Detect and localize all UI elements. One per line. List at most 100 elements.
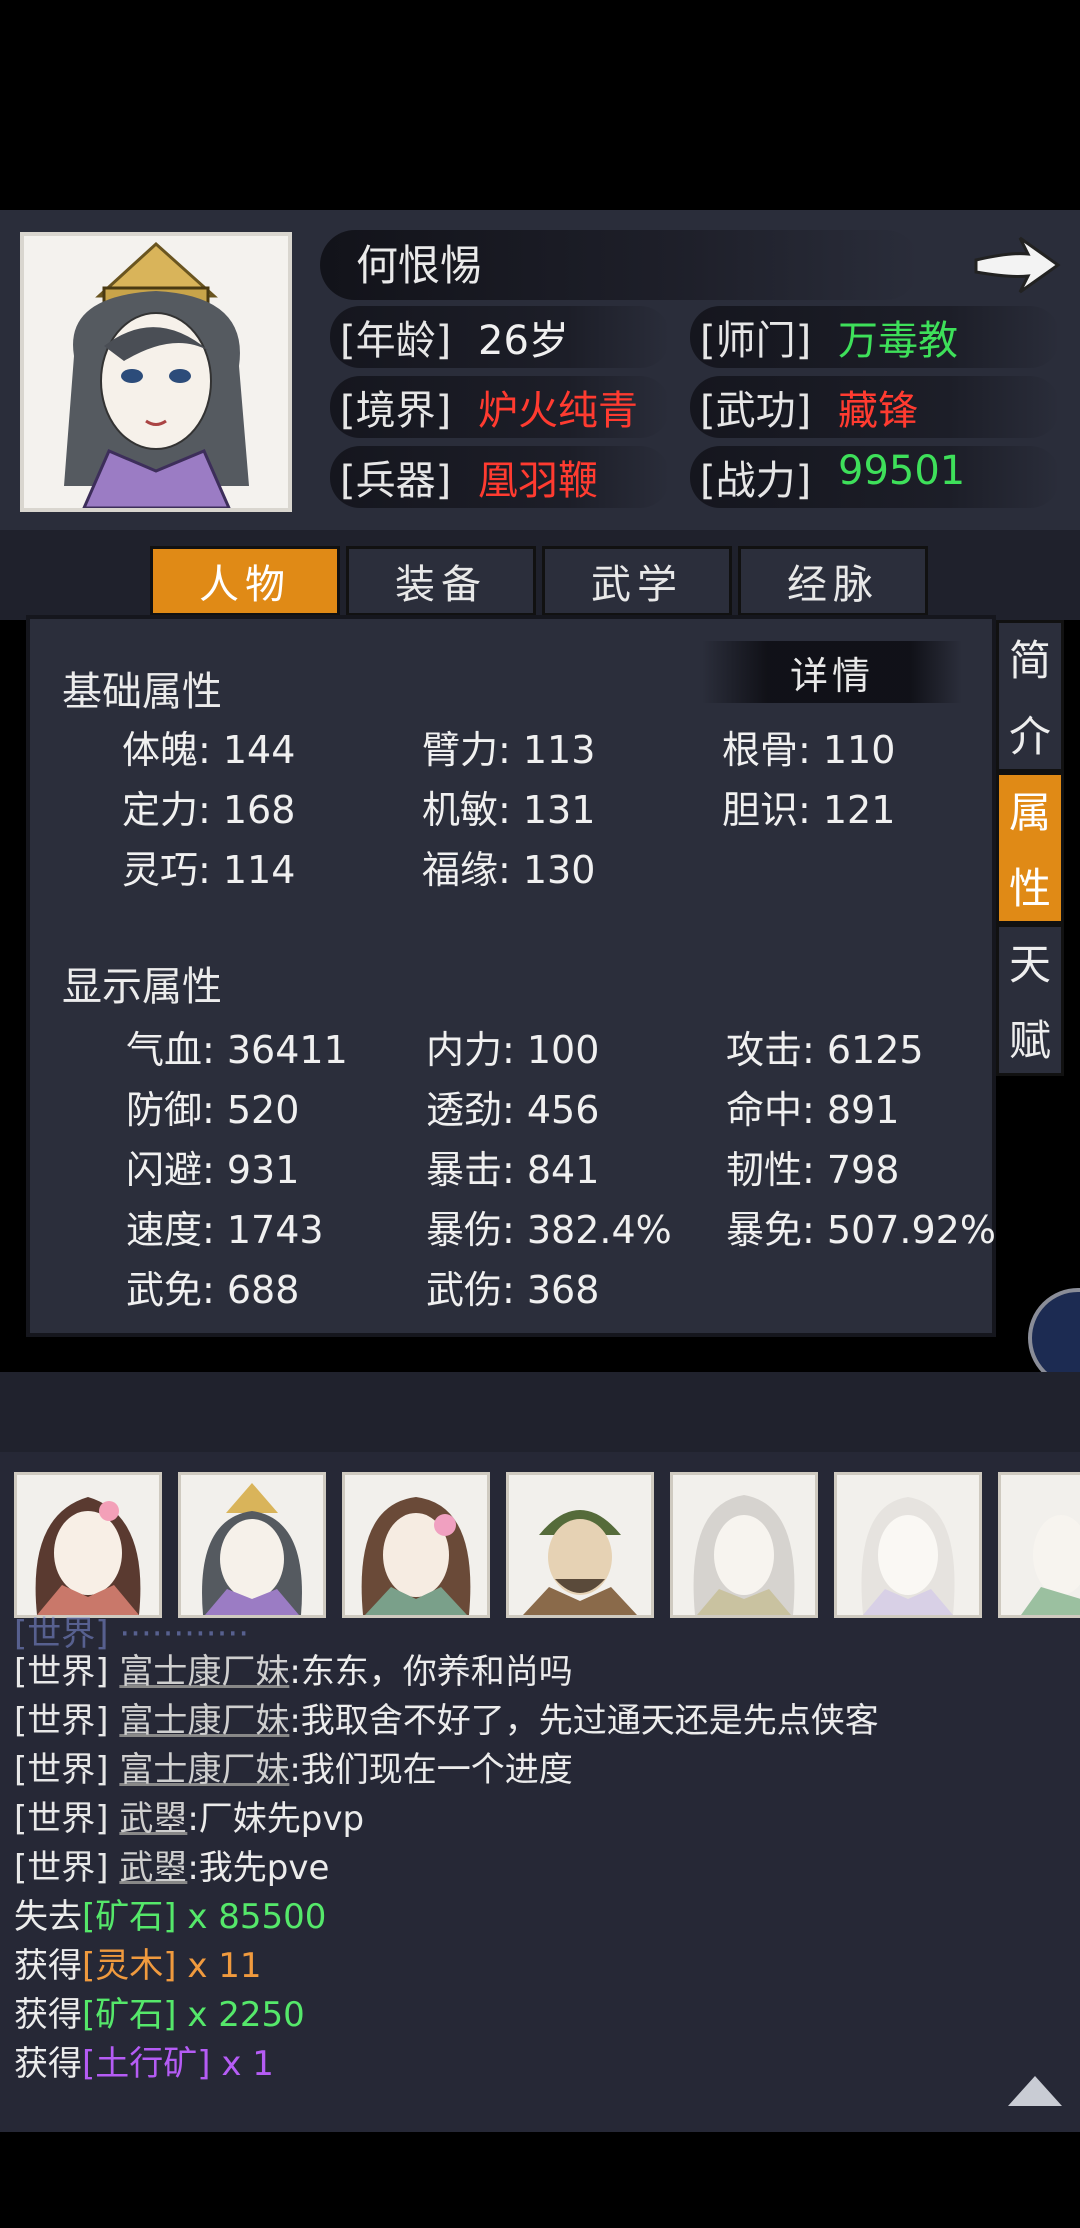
loot-message: 失去[矿石] x 85500	[14, 1889, 326, 1938]
power-label: [战力]	[700, 458, 812, 504]
avatar-illustration	[693, 1495, 795, 1615]
chat-text: :厂妹先pvp	[187, 1799, 365, 1839]
chat-text: :我取舍不好了，先过通天还是先点侠客	[289, 1701, 879, 1741]
team-avatar[interactable]	[506, 1472, 654, 1618]
avatar-illustration	[523, 1510, 637, 1615]
character-portrait[interactable]	[20, 232, 292, 512]
stat-item: 命中: 891	[726, 1088, 900, 1132]
age-value: 26岁	[478, 318, 569, 364]
triangle-up-icon[interactable]	[1004, 2070, 1066, 2110]
chat-channel: [世界]	[14, 1848, 109, 1888]
character-name: 何恨惕	[356, 241, 483, 290]
realm-label: [境界]	[340, 388, 452, 434]
stat-item: 臂力: 113	[422, 728, 596, 772]
stat-item: 灵巧: 114	[122, 848, 296, 892]
right-arrow-icon[interactable]	[970, 230, 1062, 300]
stat-item: 内力: 100	[426, 1028, 600, 1072]
chat-sender[interactable]: 富士康厂妹	[119, 1652, 289, 1692]
martial-value: 藏锋	[838, 388, 918, 434]
weapon-value: 凰羽鞭	[478, 458, 598, 504]
portrait-illustration	[24, 236, 288, 508]
stat-item: 根骨: 110	[722, 728, 896, 772]
stat-item: 韧性: 798	[726, 1148, 900, 1192]
stat-item: 暴击: 841	[426, 1148, 600, 1192]
display-attrs-title: 显示属性	[62, 964, 222, 1010]
loot-item: [矿石]	[82, 1995, 177, 2035]
stat-item: 暴伤: 382.4%	[426, 1208, 672, 1252]
divider-band	[0, 1372, 1080, 1452]
loot-verb: 获得	[14, 1946, 82, 1986]
power-value: 99501	[838, 448, 966, 494]
stat-item: 速度: 1743	[126, 1208, 324, 1252]
stat-item: 闪避: 931	[126, 1148, 300, 1192]
loot-verb: 失去	[14, 1897, 82, 1937]
stat-item: 防御: 520	[126, 1088, 300, 1132]
avatar-illustration	[1021, 1515, 1080, 1615]
stat-item: 气血: 36411	[126, 1028, 348, 1072]
stat-item: 武免: 688	[126, 1268, 300, 1312]
avatar-illustration	[361, 1497, 471, 1615]
loot-qty: x 11	[187, 1946, 262, 1986]
chat-channel: [世界]	[14, 1701, 109, 1741]
stat-item: 攻击: 6125	[726, 1028, 924, 1072]
loot-verb: 获得	[14, 2044, 82, 2084]
stat-item: 机敏: 131	[422, 788, 596, 832]
avatar-illustration	[35, 1497, 141, 1615]
chat-channel: [世界]	[14, 1799, 109, 1839]
basic-attrs-title: 基础属性	[62, 669, 222, 715]
team-avatar[interactable]	[834, 1472, 982, 1618]
chat-sender[interactable]: 武曌	[119, 1799, 187, 1839]
loot-message: 获得[矿石] x 2250	[14, 1987, 305, 2036]
sect-label: [师门]	[700, 318, 812, 364]
side-tab-label: 简介	[1009, 636, 1052, 761]
tab-bar: 人物 装备 武学 经脉	[0, 530, 1080, 620]
team-avatar[interactable]	[14, 1472, 162, 1618]
chat-channel: [世界]	[14, 1750, 109, 1790]
side-tab-label: 天赋	[1009, 940, 1052, 1065]
tab-meridians[interactable]: 经脉	[738, 546, 928, 616]
detail-button[interactable]: 详情	[702, 641, 962, 703]
loot-verb: 获得	[14, 1995, 82, 2035]
tab-martial-arts[interactable]: 武学	[542, 546, 732, 616]
team-avatar[interactable]	[342, 1472, 490, 1618]
side-tab-talents[interactable]: 天赋	[996, 924, 1064, 1076]
chat-channel: [世界]	[14, 1652, 109, 1692]
stat-item: 定力: 168	[122, 788, 296, 832]
loot-message: 获得[灵木] x 11	[14, 1938, 262, 1987]
avatar-illustration	[202, 1483, 302, 1615]
stat-item: 体魄: 144	[122, 728, 296, 772]
stat-item: 透劲: 456	[426, 1088, 600, 1132]
age-label: [年龄]	[340, 318, 452, 364]
stat-item: 胆识: 121	[722, 788, 896, 832]
team-avatar[interactable]	[670, 1472, 818, 1618]
chat-message: [世界] 富士康厂妹:东东，你养和尚吗	[14, 1644, 573, 1693]
stat-item: 武伤: 368	[426, 1268, 600, 1312]
chat-sender[interactable]: 富士康厂妹	[119, 1701, 289, 1741]
chat-message: [世界] 武曌:厂妹先pvp	[14, 1791, 364, 1840]
avatar-illustration	[861, 1497, 955, 1615]
loot-item: [灵木]	[82, 1946, 177, 1986]
chat-text: :我们现在一个进度	[289, 1750, 573, 1790]
loot-item: [矿石]	[82, 1897, 177, 1937]
attribute-panel: 基础属性 详情 体魄: 144 臂力: 113 根骨: 110 定力: 168 …	[26, 615, 996, 1337]
chat-message: [世界] 富士康厂妹:我们现在一个进度	[14, 1742, 573, 1791]
team-avatar[interactable]	[998, 1472, 1080, 1618]
loot-qty: x 2250	[187, 1995, 305, 2035]
tab-character[interactable]: 人物	[150, 546, 340, 616]
realm-value: 炉火纯青	[478, 388, 638, 434]
chat-message: [世界] 富士康厂妹:我取舍不好了，先过通天还是先点侠客	[14, 1693, 879, 1742]
character-header: 何恨惕 [年龄] 26岁 [师门] 万毒教 [境界] 炉火纯青 [武功] 藏锋 …	[0, 210, 1080, 530]
side-tab-intro[interactable]: 简介	[996, 620, 1064, 772]
chat-area: [世界] ············ [世界] 富士康厂妹:东东，你养和尚吗 [世…	[0, 1452, 1080, 2132]
stat-item: 暴免: 507.92%	[726, 1208, 996, 1252]
sect-value: 万毒教	[838, 318, 958, 364]
side-tab-attributes[interactable]: 属性	[996, 772, 1064, 924]
tab-equipment[interactable]: 装备	[346, 546, 536, 616]
chat-sender[interactable]: 武曌	[119, 1848, 187, 1888]
loot-message: 获得[土行矿] x 1	[14, 2036, 274, 2085]
side-tab-label: 属性	[1009, 788, 1052, 913]
martial-label: [武功]	[700, 388, 812, 434]
team-avatar[interactable]	[178, 1472, 326, 1618]
chat-message: [世界] 武曌:我先pve	[14, 1840, 329, 1889]
chat-sender[interactable]: 富士康厂妹	[119, 1750, 289, 1790]
